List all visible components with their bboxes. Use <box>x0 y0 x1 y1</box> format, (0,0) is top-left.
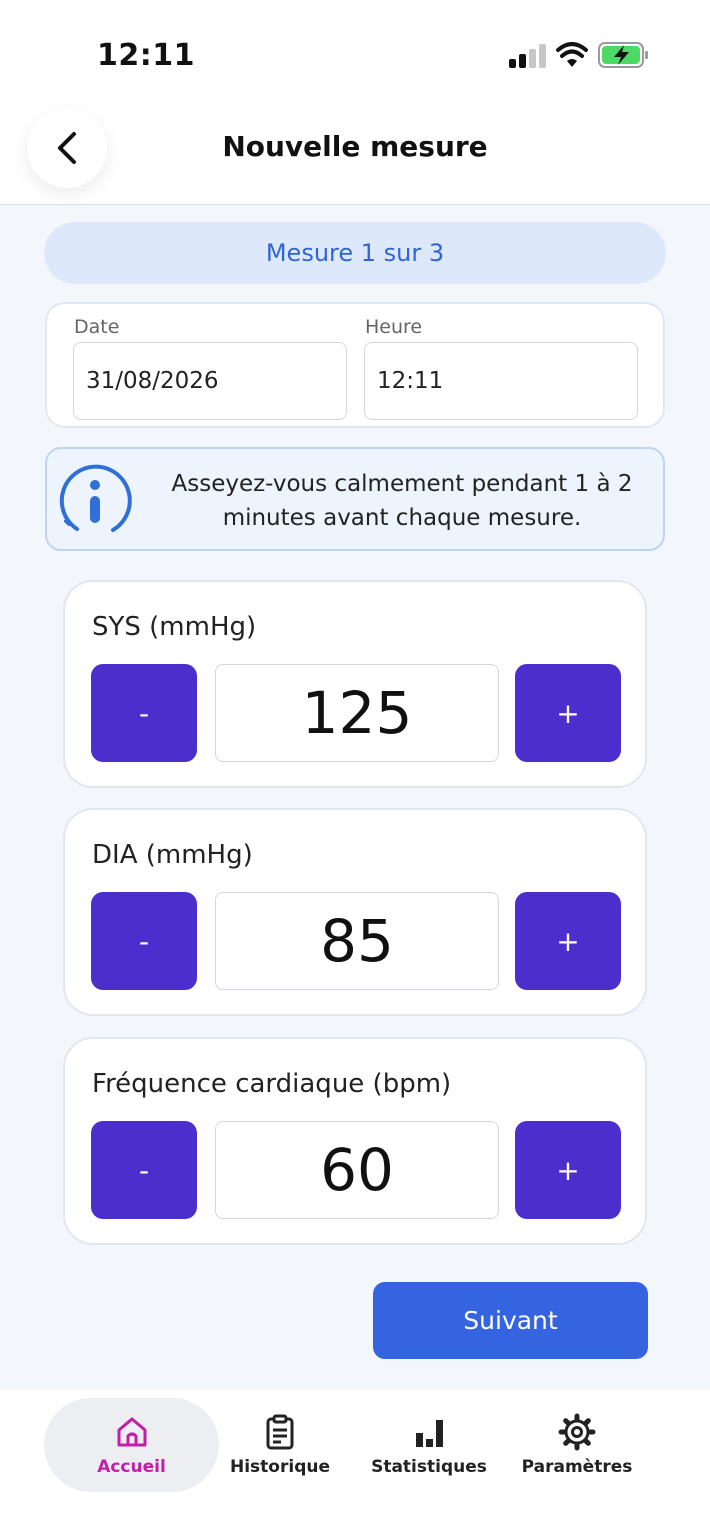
heart-rate-value-field[interactable]: 60 <box>215 1121 499 1219</box>
screen: 12:11 Nouvelle mesure Mesure 1 sur 3 Dat… <box>0 0 710 1536</box>
dia-value-field[interactable]: 85 <box>215 892 499 990</box>
clipboard-icon <box>266 1414 294 1450</box>
time-label: Heure <box>365 316 423 338</box>
info-icon <box>59 464 132 532</box>
measurement-progress: Mesure 1 sur 3 <box>44 222 666 284</box>
sys-value-field[interactable]: 125 <box>215 664 499 762</box>
dia-label: DIA (mmHg) <box>92 840 253 870</box>
battery-charging-icon <box>598 42 648 68</box>
next-button[interactable]: Suivant <box>373 1282 648 1359</box>
dia-increase-button[interactable]: + <box>515 892 621 990</box>
gear-icon <box>558 1413 596 1451</box>
wifi-icon <box>556 42 588 67</box>
tab-bar: Accueil Historique Statistiques Paramètr… <box>0 1390 710 1536</box>
top-bar: 12:11 Nouvelle mesure <box>0 0 710 205</box>
info-card: Asseyez-vous calmement pendant 1 à 2 min… <box>45 447 665 551</box>
tab-parametres-label: Paramètres <box>521 1457 633 1477</box>
tab-accueil-label: Accueil <box>97 1457 166 1477</box>
time-field[interactable]: 12:11 <box>364 342 638 420</box>
info-text: Asseyez-vous calmement pendant 1 à 2 min… <box>171 471 633 531</box>
heart-rate-card: Fréquence cardiaque (bpm) - 60 + <box>63 1037 647 1245</box>
sys-decrease-button[interactable]: - <box>91 664 197 762</box>
dia-card: DIA (mmHg) - 85 + <box>63 808 647 1016</box>
sys-label: SYS (mmHg) <box>92 612 257 642</box>
tab-accueil[interactable]: Accueil <box>44 1398 219 1492</box>
page-title: Nouvelle mesure <box>222 130 488 163</box>
dia-decrease-button[interactable]: - <box>91 892 197 990</box>
heart-rate-decrease-button[interactable]: - <box>91 1121 197 1219</box>
tab-statistiques-label: Statistiques <box>371 1457 487 1477</box>
status-time: 12:11 <box>97 38 195 73</box>
sys-card: SYS (mmHg) - 125 + <box>63 580 647 788</box>
date-field[interactable]: 31/08/2026 <box>73 342 347 420</box>
tab-statistiques[interactable]: Statistiques <box>369 1398 489 1492</box>
tab-historique-label: Historique <box>230 1457 330 1477</box>
sys-increase-button[interactable]: + <box>515 664 621 762</box>
bar-chart-icon <box>416 1420 443 1447</box>
cellular-signal-icon <box>509 42 546 68</box>
date-label: Date <box>74 316 120 338</box>
tab-historique[interactable]: Historique <box>225 1398 335 1492</box>
datetime-card: Date 31/08/2026 Heure 12:11 <box>45 302 665 428</box>
home-icon <box>117 1417 146 1447</box>
tab-parametres[interactable]: Paramètres <box>519 1398 635 1492</box>
heart-rate-label: Fréquence cardiaque (bpm) <box>92 1069 452 1099</box>
heart-rate-increase-button[interactable]: + <box>515 1121 621 1219</box>
